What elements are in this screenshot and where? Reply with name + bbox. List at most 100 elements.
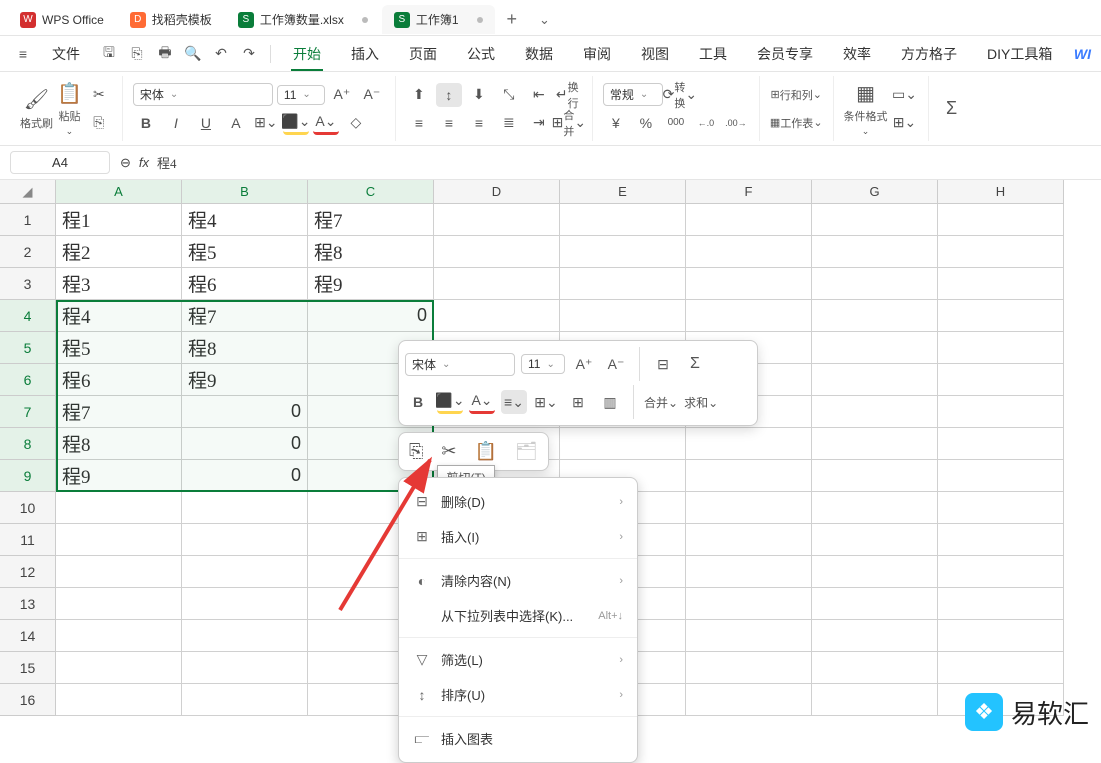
dec-dec-button[interactable]: .00→ bbox=[723, 111, 749, 135]
cell[interactable] bbox=[812, 556, 938, 588]
orientation-icon[interactable]: ⤡ bbox=[496, 83, 522, 107]
name-box[interactable]: A4 bbox=[10, 151, 110, 174]
wrap-text-button[interactable]: ↵ 换行 bbox=[556, 83, 582, 107]
font-size-select[interactable]: 11⌄ bbox=[277, 85, 325, 105]
tab-diy[interactable]: DIY工具箱 bbox=[973, 38, 1066, 70]
font-a-button[interactable]: A bbox=[223, 111, 249, 135]
cell[interactable]: 程6 bbox=[56, 364, 182, 396]
cell[interactable] bbox=[938, 332, 1064, 364]
mini-font-grow-icon[interactable]: A⁺ bbox=[571, 352, 597, 376]
indent-inc-icon[interactable]: ⇥ bbox=[526, 111, 552, 135]
cell[interactable]: 0 bbox=[182, 428, 308, 460]
cell[interactable]: 程7 bbox=[182, 300, 308, 332]
cell[interactable] bbox=[938, 236, 1064, 268]
align-middle-icon[interactable]: ↕ bbox=[436, 83, 462, 107]
align-top-icon[interactable]: ⬆ bbox=[406, 83, 432, 107]
formula-input[interactable]: 程4 bbox=[157, 153, 177, 172]
cell[interactable] bbox=[686, 524, 812, 556]
cell[interactable] bbox=[938, 268, 1064, 300]
mini-fill-button[interactable]: ⬛⌄ bbox=[437, 390, 463, 414]
cell[interactable]: 程8 bbox=[56, 428, 182, 460]
cell[interactable] bbox=[434, 204, 560, 236]
row-header-15[interactable]: 15 bbox=[0, 652, 56, 684]
cell[interactable] bbox=[938, 620, 1064, 652]
col-header-a[interactable]: A bbox=[56, 180, 182, 204]
paste-button[interactable]: 📋粘贴⌄ bbox=[57, 80, 82, 137]
cell[interactable] bbox=[938, 556, 1064, 588]
align-justify-icon[interactable]: ≣ bbox=[496, 111, 522, 135]
cancel-fx-icon[interactable]: ⊖ bbox=[120, 155, 131, 171]
clear-format-button[interactable]: ◇ bbox=[343, 111, 369, 135]
percent-button[interactable]: % bbox=[633, 111, 659, 135]
cell[interactable]: 程3 bbox=[56, 268, 182, 300]
cell[interactable] bbox=[434, 300, 560, 332]
currency-button[interactable]: ¥ bbox=[603, 111, 629, 135]
cell[interactable]: 程7 bbox=[56, 396, 182, 428]
row-header-12[interactable]: 12 bbox=[0, 556, 56, 588]
cell[interactable] bbox=[812, 588, 938, 620]
undo-icon[interactable]: ↶ bbox=[208, 45, 234, 62]
cell[interactable] bbox=[686, 300, 812, 332]
cell[interactable] bbox=[812, 684, 938, 716]
cell[interactable] bbox=[812, 428, 938, 460]
cell[interactable]: 程8 bbox=[182, 332, 308, 364]
menu-sort[interactable]: ↕排序(U)› bbox=[399, 677, 637, 712]
cell[interactable] bbox=[686, 236, 812, 268]
col-header-h[interactable]: H bbox=[938, 180, 1064, 204]
tab-dropdown-icon[interactable]: ⌄ bbox=[529, 12, 560, 28]
mini-border-button[interactable]: ⊞⌄ bbox=[533, 390, 559, 414]
align-bottom-icon[interactable]: ⬇ bbox=[466, 83, 492, 107]
cell[interactable]: 程5 bbox=[56, 332, 182, 364]
tab-templates[interactable]: D 找稻壳模板 bbox=[118, 5, 224, 34]
redo-icon[interactable]: ↷ bbox=[236, 45, 262, 62]
tab-view[interactable]: 视图 bbox=[627, 38, 683, 70]
align-center-icon[interactable]: ≡ bbox=[436, 111, 462, 135]
row-header-3[interactable]: 3 bbox=[0, 268, 56, 300]
merge-button[interactable]: ⊞ 合并⌄ bbox=[556, 111, 582, 135]
tab-data[interactable]: 数据 bbox=[511, 38, 567, 70]
tab-efficiency[interactable]: 效率 bbox=[829, 38, 885, 70]
row-header-2[interactable]: 2 bbox=[0, 236, 56, 268]
font-name-select[interactable]: 宋体⌄ bbox=[133, 83, 273, 106]
underline-button[interactable]: U bbox=[193, 111, 219, 135]
cell[interactable]: 程9 bbox=[308, 268, 434, 300]
cond-format-button[interactable]: ▦条件格式⌄ bbox=[844, 80, 888, 137]
cell[interactable] bbox=[182, 652, 308, 684]
cell[interactable]: 程1 bbox=[56, 204, 182, 236]
font-shrink-icon[interactable]: A⁻ bbox=[359, 83, 385, 107]
rowcol-button[interactable]: ⊞ 行和列⌄ bbox=[770, 83, 823, 107]
cell[interactable]: 程2 bbox=[56, 236, 182, 268]
tab-insert[interactable]: 插入 bbox=[337, 38, 393, 70]
tab-tools[interactable]: 工具 bbox=[685, 38, 741, 70]
col-header-d[interactable]: D bbox=[434, 180, 560, 204]
cell[interactable] bbox=[938, 460, 1064, 492]
cell[interactable] bbox=[56, 620, 182, 652]
cell[interactable]: 程5 bbox=[182, 236, 308, 268]
cell[interactable]: 程7 bbox=[308, 204, 434, 236]
cell[interactable] bbox=[686, 460, 812, 492]
cell[interactable] bbox=[182, 524, 308, 556]
cell-style-icon[interactable]: ▭⌄ bbox=[892, 83, 918, 107]
dec-inc-button[interactable]: ←.0 bbox=[693, 111, 719, 135]
cell[interactable] bbox=[560, 428, 686, 460]
cell[interactable] bbox=[56, 684, 182, 716]
cell[interactable] bbox=[938, 652, 1064, 684]
file-menu[interactable]: 文件 bbox=[38, 38, 94, 70]
mini-format1-icon[interactable]: ⊞ bbox=[565, 390, 591, 414]
tab-review[interactable]: 审阅 bbox=[569, 38, 625, 70]
sheet-button[interactable]: ▦ 工作表⌄ bbox=[770, 111, 823, 135]
mini-sum-label[interactable]: 求和⌄ bbox=[684, 394, 718, 411]
row-header-7[interactable]: 7 bbox=[0, 396, 56, 428]
row-header-1[interactable]: 1 bbox=[0, 204, 56, 236]
mini-font-shrink-icon[interactable]: A⁻ bbox=[603, 352, 629, 376]
mini-format2-icon[interactable]: ▥ bbox=[597, 390, 623, 414]
fx-icon[interactable]: fx bbox=[139, 155, 149, 170]
cell[interactable] bbox=[686, 268, 812, 300]
mini-merge-icon[interactable]: ⊟ bbox=[650, 352, 676, 376]
row-header-6[interactable]: 6 bbox=[0, 364, 56, 396]
tab-fangfang[interactable]: 方方格子 bbox=[887, 38, 971, 70]
mini-merge-label[interactable]: 合并⌄ bbox=[644, 394, 678, 411]
cell[interactable]: 0 bbox=[308, 300, 434, 332]
cell[interactable] bbox=[812, 396, 938, 428]
italic-button[interactable]: I bbox=[163, 111, 189, 135]
